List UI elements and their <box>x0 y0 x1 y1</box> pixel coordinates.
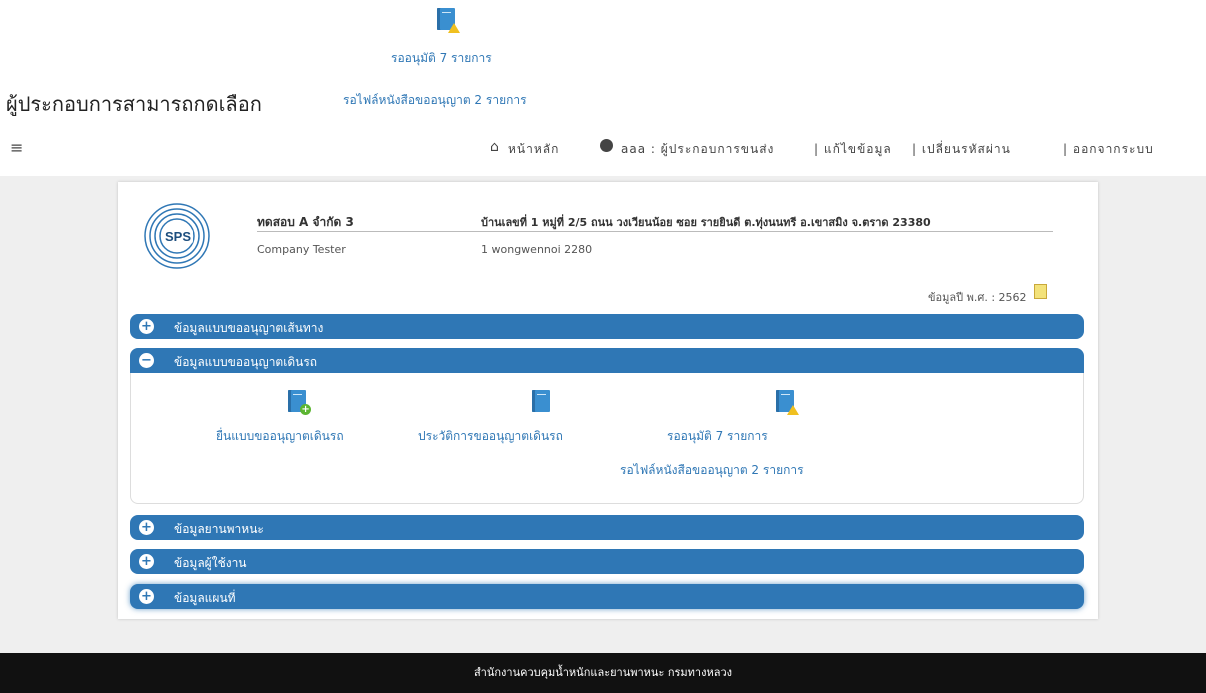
company-address-en: 1 wongwennoi 2280 <box>481 243 593 256</box>
top-nav: ≡ ⌂ หน้าหลัก aaa : ผู้ประกอบการขนส่ง | แ… <box>0 138 1206 159</box>
plus-icon: + <box>139 589 154 604</box>
submit-trip-link[interactable]: ยื่นแบบขออนุญาตเดินรถ <box>216 427 344 446</box>
nav-user[interactable]: aaa : ผู้ประกอบการขนส่ง <box>621 140 774 159</box>
plus-icon: + <box>139 554 154 569</box>
top-pending-link[interactable]: รออนุมัติ 7 รายการ <box>391 49 492 68</box>
nav-logout[interactable]: | ออกจากระบบ <box>1063 140 1154 159</box>
company-address: บ้านเลขที่ 1 หมู่ที่ 2/5 ถนน วงเวียนน้อย… <box>481 216 931 229</box>
book-add-icon[interactable]: + <box>288 390 312 415</box>
edit-icon[interactable] <box>1034 284 1047 299</box>
top-pending-file-link[interactable]: รอไฟล์หนังสือขออนุญาต 2 รายการ <box>343 91 527 110</box>
accordion-trip-title: ข้อมูลแบบขออนุญาตเดินรถ <box>174 355 318 369</box>
accordion-user-title: ข้อมูลผู้ใช้งาน <box>174 556 247 570</box>
company-logo: SPS <box>143 202 211 270</box>
menu-icon[interactable]: ≡ <box>10 138 23 157</box>
accordion-trip[interactable]: − ข้อมูลแบบขออนุญาตเดินรถ <box>130 348 1084 373</box>
accordion-vehicle[interactable]: + ข้อมูลยานพาหนะ <box>130 515 1084 540</box>
company-name-en: Company Tester <box>257 243 346 256</box>
accordion-user[interactable]: + ข้อมูลผู้ใช้งาน <box>130 549 1084 574</box>
data-year: ข้อมูลปี พ.ศ. : 2562 <box>928 291 1027 304</box>
trip-pending-link[interactable]: รออนุมัติ 7 รายการ <box>667 427 768 446</box>
logo-text: SPS <box>165 229 191 244</box>
plus-icon: + <box>139 520 154 535</box>
nav-change-password[interactable]: | เปลี่ยนรหัสผ่าน <box>912 140 1011 159</box>
instruction-heading: ผู้ประกอบการสามารถกดเลือก <box>6 92 262 116</box>
accordion-map-title: ข้อมูลแผนที่ <box>174 591 236 605</box>
book-warning-icon[interactable] <box>776 390 800 415</box>
footer: สำนักงานควบคุมน้ำหนักและยานพาหนะ กรมทางห… <box>0 653 1206 693</box>
accordion-vehicle-title: ข้อมูลยานพาหนะ <box>174 522 264 536</box>
footer-text: สำนักงานควบคุมน้ำหนักและยานพาหนะ กรมทางห… <box>473 666 733 679</box>
nav-edit-profile[interactable]: | แก้ไขข้อมูล <box>814 140 892 159</box>
accordion-route-title: ข้อมูลแบบขออนุญาตเส้นทาง <box>174 321 324 335</box>
home-icon[interactable]: ⌂ <box>490 139 499 155</box>
accordion-map[interactable]: + ข้อมูลแผนที่ <box>130 584 1084 609</box>
accordion-route[interactable]: + ข้อมูลแบบขออนุญาตเส้นทาง <box>130 314 1084 339</box>
book-warning-icon[interactable] <box>437 8 460 33</box>
minus-icon: − <box>139 353 154 368</box>
book-icon[interactable] <box>532 390 551 412</box>
trip-history-link[interactable]: ประวัติการขออนุญาตเดินรถ <box>418 427 563 446</box>
trip-pending-file-link[interactable]: รอไฟล์หนังสือขออนุญาต 2 รายการ <box>620 461 804 480</box>
company-name: ทดสอบ A จำกัด 3 <box>257 215 354 229</box>
user-icon <box>600 139 613 152</box>
plus-icon: + <box>139 319 154 334</box>
nav-home[interactable]: หน้าหลัก <box>508 140 559 159</box>
header-divider <box>257 231 1053 232</box>
